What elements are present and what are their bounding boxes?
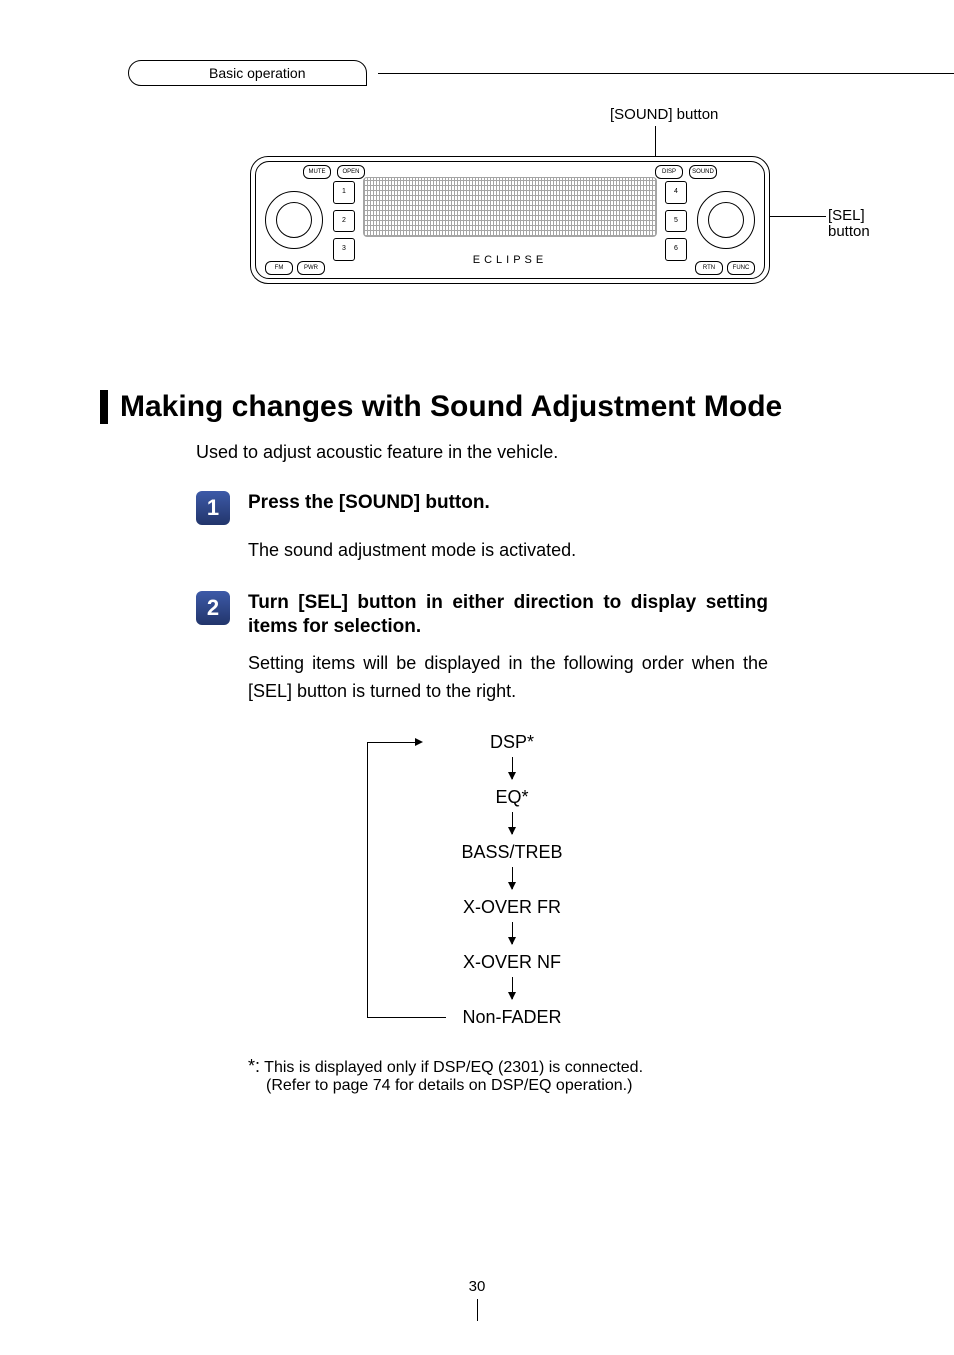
step-1-number: 1 xyxy=(196,491,230,525)
fm-button-icon: FM xyxy=(265,261,293,275)
heading-bar-icon xyxy=(100,390,108,424)
callout-sound-leader xyxy=(655,126,656,156)
lead-text: Used to adjust acoustic feature in the v… xyxy=(196,442,854,463)
flow-item: X-OVER FR xyxy=(463,897,561,918)
preset-1: 1 xyxy=(333,181,355,204)
preset-6: 6 xyxy=(665,238,687,261)
func-button-icon: FUNC xyxy=(727,261,755,275)
breadcrumb: Basic operation xyxy=(128,60,854,90)
callout-sel-l2: button xyxy=(828,224,870,240)
pwr-button-icon: PWR xyxy=(297,261,325,275)
rtn-button-icon: RTN xyxy=(695,261,723,275)
preset-3: 3 xyxy=(333,238,355,261)
disp-button-icon: DISP xyxy=(655,165,683,179)
mute-button-icon: MUTE xyxy=(303,165,331,179)
footnote: *: This is displayed only if DSP/EQ (230… xyxy=(248,1056,808,1095)
arrow-down-icon xyxy=(512,867,513,889)
lcd-display-icon xyxy=(363,177,657,237)
step-1: 1 Press the [SOUND] button. xyxy=(196,491,854,525)
setting-flow: DSP* EQ* BASS/TREB X-OVER FR X-OVER NF N… xyxy=(347,732,607,1028)
loop-bracket-icon xyxy=(367,742,417,1018)
breadcrumb-label: Basic operation xyxy=(128,60,367,86)
flow-item: BASS/TREB xyxy=(461,842,562,863)
arrow-down-icon xyxy=(512,977,513,999)
brand-label: ECLIPSE xyxy=(363,251,657,269)
section-heading: Making changes with Sound Adjustment Mod… xyxy=(100,390,854,424)
heading-text: Making changes with Sound Adjustment Mod… xyxy=(120,390,782,424)
arrow-down-icon xyxy=(512,812,513,834)
step-2-title: Turn [SEL] button in either direction to… xyxy=(248,591,768,639)
arrow-down-icon xyxy=(512,757,513,779)
sound-button-icon: SOUND xyxy=(689,165,717,179)
step-2-body: Setting items will be displayed in the f… xyxy=(248,650,768,706)
footnote-marker: *: xyxy=(248,1056,260,1076)
page-number: 30 xyxy=(0,1278,954,1321)
callout-sel-l1: [SEL] xyxy=(828,208,870,224)
open-button-icon: OPEN xyxy=(337,165,365,179)
step-1-body: The sound adjustment mode is activated. xyxy=(248,537,768,565)
callout-sound-button: [SOUND] button xyxy=(610,106,718,123)
device-figure: [SOUND] button [SEL] button MUTE OPEN DI… xyxy=(210,120,810,330)
preset-buttons-left: 1 2 3 xyxy=(333,181,355,261)
flow-item: DSP* xyxy=(490,732,534,753)
callout-sel-button: [SEL] button xyxy=(828,208,870,240)
callout-sel-leader xyxy=(770,216,826,217)
sel-knob-icon xyxy=(697,191,755,249)
preset-buttons-right: 4 5 6 xyxy=(665,181,687,261)
footnote-line2: (Refer to page 74 for details on DSP/EQ … xyxy=(266,1077,808,1095)
breadcrumb-rule xyxy=(378,73,954,74)
preset-5: 5 xyxy=(665,210,687,233)
flow-item: Non-FADER xyxy=(462,1007,561,1028)
volume-knob-icon xyxy=(265,191,323,249)
preset-4: 4 xyxy=(665,181,687,204)
step-2: 2 Turn [SEL] button in either direction … xyxy=(196,591,854,639)
step-1-title: Press the [SOUND] button. xyxy=(248,491,490,515)
loop-arrowhead-icon xyxy=(415,738,423,746)
preset-2: 2 xyxy=(333,210,355,233)
arrow-down-icon xyxy=(512,922,513,944)
footnote-line1: This is displayed only if DSP/EQ (2301) … xyxy=(264,1059,643,1076)
step-2-number: 2 xyxy=(196,591,230,625)
flow-item: EQ* xyxy=(495,787,528,808)
flow-item: X-OVER NF xyxy=(463,952,561,973)
car-stereo-faceplate: MUTE OPEN DISP SOUND 1 2 3 4 5 6 ECLIPSE… xyxy=(250,156,770,284)
